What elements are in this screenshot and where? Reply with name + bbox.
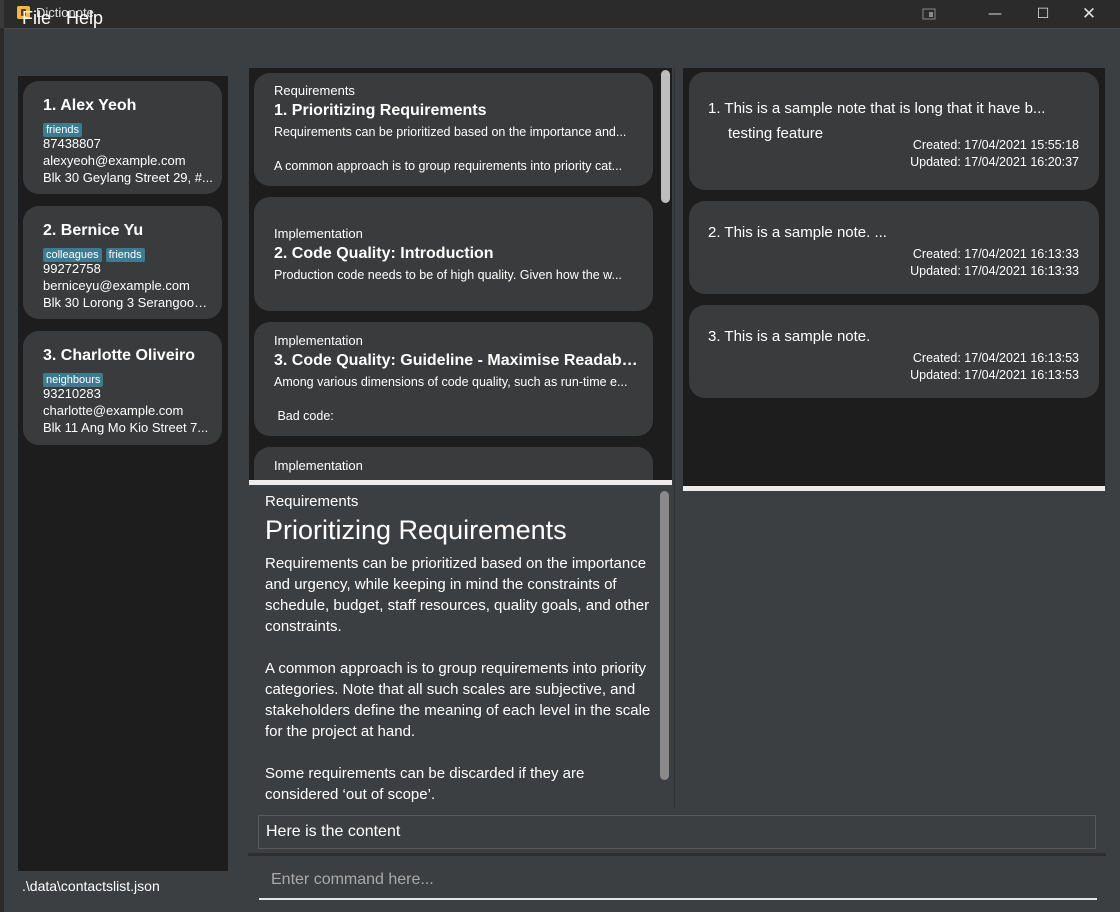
contact-phone: 99272758 (43, 261, 101, 276)
note-created: Created: 17/04/2021 15:55:18 (912, 138, 1079, 152)
contact-name: 3. Charlotte Oliveiro (43, 347, 196, 364)
title-bar (0, 0, 1120, 28)
content-preview-line: Production code needs to be of high qual… (274, 268, 622, 282)
contact-phone: 93210283 (43, 386, 101, 401)
content-preview-line: Among various dimensions of code quality… (274, 375, 628, 389)
note-title: 2. This is a sample note. ... (708, 224, 887, 241)
content-card[interactable]: Requirements 1. Prioritizing Requirement… (254, 73, 653, 186)
content-preview-line: A common approach is to group requiremen… (274, 159, 623, 173)
tag-badge: neighbours (43, 373, 104, 387)
menu-bar (0, 28, 1120, 66)
contact-email: alexyeoh@example.com (43, 153, 186, 168)
tag-badge: friends (43, 123, 83, 137)
contact-phone: 87438807 (43, 136, 101, 151)
contact-email: berniceyu@example.com (43, 278, 190, 293)
contact-tags: friends (43, 118, 86, 137)
vertical-split-divider[interactable] (674, 66, 683, 808)
content-preview-line: Bad code: (274, 409, 334, 423)
maximize-button[interactable]: ☐ (1020, 0, 1066, 28)
tag-badge: friends (105, 248, 145, 262)
detail-category: Requirements (265, 493, 359, 510)
content-title: 1. Prioritizing Requirements (274, 102, 487, 119)
note-title: 3. This is a sample note. (708, 328, 871, 345)
detail-title: Prioritizing Requirements (265, 515, 567, 545)
note-updated: Updated: 17/04/2021 16:13:53 (910, 368, 1079, 382)
content-card[interactable]: Implementation 3. Code Quality: Guidelin… (254, 322, 653, 436)
desktop-edge-strip (0, 28, 4, 912)
tag-badge: colleagues (43, 248, 102, 262)
contact-card[interactable]: 1. Alex Yeoh friends 87438807 alexyeoh@e… (23, 81, 222, 194)
command-input[interactable] (259, 862, 1097, 900)
note-created: Created: 17/04/2021 16:13:33 (912, 247, 1079, 261)
detail-paragraph: A common approach is to group requiremen… (265, 660, 651, 740)
notes-split-divider[interactable] (683, 486, 1105, 491)
menu-file[interactable]: File (22, 8, 51, 29)
note-updated: Updated: 17/04/2021 16:20:37 (910, 155, 1079, 169)
minimize-button[interactable]: — (972, 0, 1018, 28)
contacts-file-path: .\data\contactslist.json (22, 878, 160, 894)
contact-card[interactable]: 3. Charlotte Oliveiro neighbours 9321028… (23, 331, 222, 445)
content-category: Implementation (274, 226, 363, 241)
contact-address: Blk 30 Geylang Street 29, #... (43, 170, 213, 185)
detail-scroll-thumb[interactable] (660, 491, 669, 780)
contact-card[interactable]: 2. Bernice Yu colleagues friends 99272758… (23, 206, 222, 319)
content-card[interactable]: Implementation 2. Code Quality: Introduc… (254, 197, 653, 311)
snap-layout-icon[interactable] (906, 0, 952, 28)
detail-paragraph: Requirements can be prioritized based on… (265, 555, 650, 635)
content-category: Implementation (274, 458, 363, 473)
close-button[interactable]: ✕ (1066, 0, 1112, 28)
contact-name: 1. Alex Yeoh (43, 97, 137, 114)
content-category: Implementation (274, 333, 363, 348)
content-card[interactable]: Implementation (254, 447, 653, 480)
content-title: 3. Code Quality: Guideline - Maximise Re… (274, 352, 639, 369)
note-card[interactable]: 3. This is a sample note. Created: 17/04… (689, 305, 1099, 398)
contact-address: Blk 30 Lorong 3 Serangoon ... (43, 295, 213, 310)
contacts-list[interactable] (18, 76, 228, 871)
content-title: 2. Code Quality: Introduction (274, 245, 494, 262)
content-list-scroll-thumb[interactable] (661, 70, 670, 203)
content-preview-line: Requirements can be prioritized based on… (274, 125, 627, 139)
result-text: Here is the content (266, 823, 401, 840)
content-category: Requirements (274, 83, 355, 98)
menu-help[interactable]: Help (66, 8, 103, 29)
contact-address: Blk 11 Ang Mo Kio Street 7... (43, 420, 209, 435)
note-created: Created: 17/04/2021 16:13:53 (912, 351, 1079, 365)
note-updated: Updated: 17/04/2021 16:13:33 (910, 264, 1079, 278)
note-card[interactable]: 2. This is a sample note. ... Created: 1… (689, 201, 1099, 294)
detail-body: Requirements can be prioritized based on… (265, 553, 657, 826)
title-bar-edge (0, 0, 4, 28)
detail-paragraph: Some requirements can be discarded if th… (265, 765, 585, 803)
contact-email: charlotte@example.com (43, 403, 184, 418)
contact-tags: colleagues friends (43, 243, 149, 262)
contact-tags: neighbours (43, 368, 107, 387)
contact-name: 2. Bernice Yu (43, 222, 144, 239)
note-title: 1. This is a sample note that is long th… (708, 100, 1046, 117)
note-card[interactable]: 1. This is a sample note that is long th… (689, 72, 1099, 190)
